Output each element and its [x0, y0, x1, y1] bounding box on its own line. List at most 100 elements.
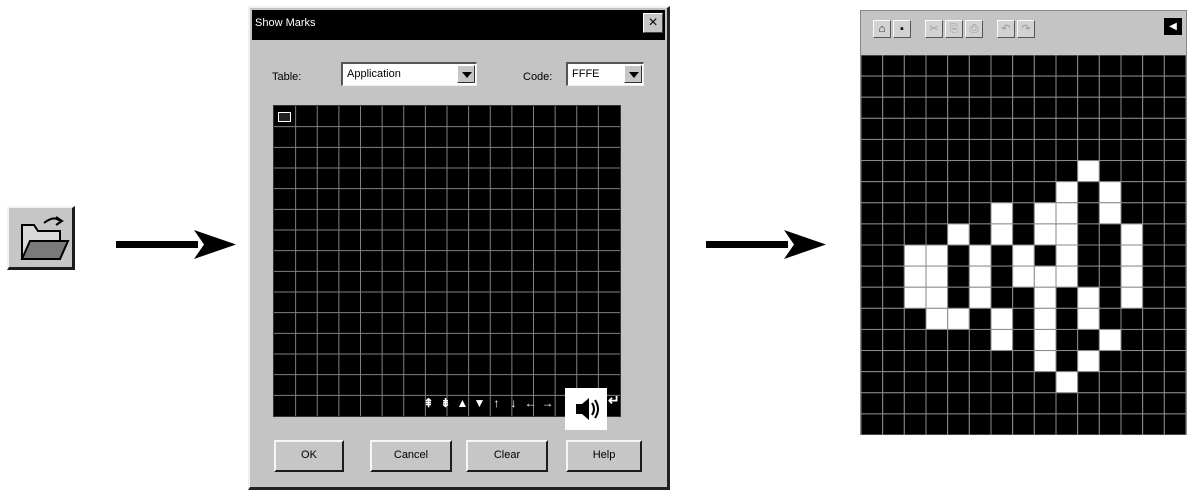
bitmap-cell-off[interactable] — [1077, 202, 1100, 225]
bitmap-cell-off[interactable] — [925, 160, 949, 183]
bitmap-cell-on[interactable] — [925, 286, 949, 309]
bitmap-cell-off[interactable] — [1033, 75, 1057, 98]
bitmap-cell-on[interactable] — [903, 286, 927, 309]
bitmap-cell-off[interactable] — [1012, 371, 1035, 394]
bitmap-cell-off[interactable] — [903, 117, 927, 140]
bitmap-cell-off[interactable] — [1077, 371, 1100, 394]
bitmap-cell-off[interactable] — [1055, 286, 1079, 309]
bitmap-cell-off[interactable] — [1055, 307, 1079, 330]
sound-icon[interactable] — [565, 388, 607, 430]
bitmap-cell-off[interactable] — [882, 75, 905, 98]
bitmap-cell-off[interactable] — [1098, 413, 1122, 435]
bitmap-cell-off[interactable] — [1098, 286, 1122, 309]
bitmap-cell-off[interactable] — [1120, 117, 1144, 140]
bitmap-cell-off[interactable] — [968, 392, 992, 415]
bitmap-cell-off[interactable] — [947, 350, 970, 373]
help-button[interactable]: Help — [566, 440, 642, 472]
bitmap-cell-off[interactable] — [947, 181, 970, 204]
bitmap-cell-on[interactable] — [990, 307, 1014, 330]
bitmap-cell-off[interactable] — [1163, 75, 1186, 98]
bitmap-cell-off[interactable] — [968, 55, 992, 77]
bitmap-cell-on[interactable] — [1033, 328, 1057, 352]
bitmap-cell-off[interactable] — [861, 286, 884, 309]
grid-view-icon[interactable] — [278, 112, 291, 122]
bitmap-cell-off[interactable] — [947, 75, 970, 98]
bitmap-cell-off[interactable] — [1033, 117, 1057, 140]
bitmap-cell-off[interactable] — [1120, 392, 1144, 415]
bitmap-cell-off[interactable] — [882, 202, 905, 225]
bitmap-cell-off[interactable] — [925, 181, 949, 204]
bitmap-cell-off[interactable] — [947, 244, 970, 267]
close-icon[interactable]: × — [643, 13, 663, 33]
bitmap-cell-off[interactable] — [1055, 392, 1079, 415]
bitmap-cell-off[interactable] — [1163, 307, 1186, 330]
bitmap-cell-off[interactable] — [1012, 160, 1035, 183]
bitmap-cell-off[interactable] — [1142, 96, 1165, 119]
bitmap-cell-off[interactable] — [1142, 392, 1165, 415]
bitmap-cell-off[interactable] — [1120, 307, 1144, 330]
bitmap-cell-off[interactable] — [1142, 244, 1165, 267]
bitmap-cell-on[interactable] — [1077, 350, 1100, 373]
bitmap-cell-off[interactable] — [1098, 138, 1122, 162]
cancel-button[interactable]: Cancel — [370, 440, 452, 472]
bitmap-cell-off[interactable] — [1163, 286, 1186, 309]
bitmap-cell-off[interactable] — [1163, 265, 1186, 288]
chevron-down-icon[interactable] — [457, 65, 475, 83]
bitmap-cell-off[interactable] — [925, 138, 949, 162]
bitmap-cell-on[interactable] — [968, 286, 992, 309]
bitmap-cell-off[interactable] — [1163, 55, 1186, 77]
bitmap-cell-on[interactable] — [925, 265, 949, 288]
bitmap-cell-off[interactable] — [1098, 371, 1122, 394]
bitmap-cell-off[interactable] — [882, 286, 905, 309]
bitmap-cell-off[interactable] — [1098, 265, 1122, 288]
bitmap-cell-off[interactable] — [1033, 96, 1057, 119]
bitmap-cell-off[interactable] — [990, 371, 1014, 394]
bitmap-cell-off[interactable] — [1012, 55, 1035, 77]
bitmap-cell-off[interactable] — [990, 413, 1014, 435]
open-icon[interactable]: ⌂ — [873, 20, 891, 38]
bitmap-cell-off[interactable] — [1142, 223, 1165, 246]
bitmap-cell-on[interactable] — [1077, 160, 1100, 183]
bitmap-cell-on[interactable] — [1033, 286, 1057, 309]
bitmap-cell-on[interactable] — [990, 223, 1014, 246]
bitmap-cell-off[interactable] — [1120, 96, 1144, 119]
bitmap-cell-on[interactable] — [947, 223, 970, 246]
bitmap-cell-off[interactable] — [1055, 328, 1079, 352]
bitmap-cell-off[interactable] — [882, 138, 905, 162]
bitmap-cell-off[interactable] — [968, 350, 992, 373]
save-icon[interactable]: ▪ — [893, 20, 911, 38]
bitmap-cell-off[interactable] — [882, 371, 905, 394]
bitmap-cell-on[interactable] — [1055, 371, 1079, 394]
bitmap-cell-off[interactable] — [1055, 55, 1079, 77]
bitmap-cell-off[interactable] — [882, 117, 905, 140]
bitmap-cell-off[interactable] — [861, 75, 884, 98]
clear-button[interactable]: Clear — [466, 440, 548, 472]
bitmap-cell-off[interactable] — [1120, 413, 1144, 435]
bitmap-cell-off[interactable] — [1142, 75, 1165, 98]
bitmap-cell-off[interactable] — [990, 75, 1014, 98]
copy-icon[interactable]: ⎘ — [945, 20, 963, 38]
bitmap-cell-off[interactable] — [861, 328, 884, 352]
bitmap-cell-off[interactable] — [925, 202, 949, 225]
bitmap-cell-off[interactable] — [1055, 117, 1079, 140]
bitmap-cell-on[interactable] — [1098, 202, 1122, 225]
bitmap-cell-off[interactable] — [990, 117, 1014, 140]
bitmap-cell-off[interactable] — [1163, 413, 1186, 435]
bitmap-cell-off[interactable] — [903, 350, 927, 373]
bitmap-cell-off[interactable] — [1077, 265, 1100, 288]
bitmap-cell-off[interactable] — [882, 350, 905, 373]
bitmap-cell-off[interactable] — [861, 244, 884, 267]
bitmap-cell-off[interactable] — [990, 160, 1014, 183]
bitmap-cell-off[interactable] — [882, 265, 905, 288]
bitmap-cell-on[interactable] — [990, 328, 1014, 352]
bitmap-cell-off[interactable] — [1163, 202, 1186, 225]
bitmap-cell-off[interactable] — [1077, 75, 1100, 98]
bitmap-cell-on[interactable] — [1055, 223, 1079, 246]
grid-tool-button[interactable]: ⇞ — [420, 396, 437, 410]
bitmap-cell-off[interactable] — [990, 181, 1014, 204]
bitmap-cell-off[interactable] — [882, 160, 905, 183]
bitmap-cell-off[interactable] — [1098, 307, 1122, 330]
bitmap-cell-off[interactable] — [1012, 117, 1035, 140]
bitmap-cell-off[interactable] — [903, 328, 927, 352]
bitmap-cell-on[interactable] — [990, 202, 1014, 225]
